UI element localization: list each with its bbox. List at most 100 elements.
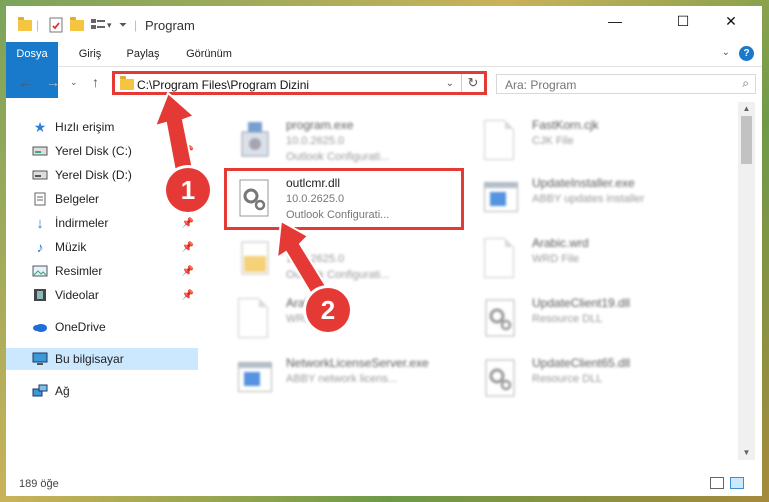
title-separator: | (134, 18, 138, 32)
file-description: Outlook Configurati... (286, 269, 390, 281)
pin-icon[interactable]: 📌 (182, 146, 194, 157)
address-path[interactable]: C:\Program Files\Program Dizini (137, 78, 309, 92)
sidebar-item-disk-c[interactable]: Yerel Disk (C:) 📌 (6, 140, 198, 162)
exe-icon (484, 178, 520, 222)
sidebar-item-music[interactable]: ♪ Müzik 📌 (6, 236, 198, 258)
sidebar-item-onedrive[interactable]: OneDrive (6, 316, 198, 338)
file-version: 10.0.2625.0 (286, 253, 345, 265)
file-name: FastKorn.cjk (532, 118, 599, 132)
dropdown-arrow-icon[interactable]: ▾ (107, 16, 112, 34)
file-tile[interactable]: NetworkLicenseServer.exe ABBY network li… (226, 352, 456, 408)
scroll-up-icon[interactable]: ▲ (738, 102, 755, 116)
file-tile[interactable]: FastKorn.cjk CJK File (472, 114, 702, 170)
view-options-icon[interactable] (90, 16, 106, 34)
sidebar-item-label: Hızlı erişim (55, 120, 115, 134)
drive-icon (32, 168, 48, 182)
tab-view[interactable]: Görünüm (176, 42, 242, 66)
scroll-thumb[interactable] (741, 116, 752, 164)
drive-icon (32, 144, 48, 158)
dll-gear-icon (484, 358, 520, 402)
video-icon (32, 288, 48, 302)
sidebar-item-label: Belgeler (55, 192, 100, 206)
file-tile[interactable]: UpdateClient65.dll Resource DLL (472, 352, 702, 408)
sidebar-item-label: İndirmeler (55, 216, 109, 230)
file-type: CJK File (532, 135, 574, 147)
status-bar: 189 öğe (6, 472, 762, 496)
new-folder-icon[interactable] (70, 16, 84, 34)
sidebar-item-label: Yerel Disk (C:) (55, 144, 132, 158)
file-name: UpdateInstaller.exe (532, 176, 635, 190)
window-title: Program (145, 18, 195, 33)
sidebar-item-label: Ağ (55, 384, 70, 398)
file-tile[interactable]: UpdateInstaller.exe ABBY updates install… (472, 172, 702, 228)
title-separator: | (36, 18, 40, 32)
recent-locations-icon[interactable]: ⌄ (70, 77, 78, 88)
help-icon[interactable]: ? (739, 46, 754, 61)
refresh-icon[interactable]: ↻ (461, 74, 484, 92)
sidebar-item-network[interactable]: Ağ (6, 380, 198, 402)
file-tile[interactable]: Arabic.wrd WRD File (472, 232, 702, 288)
network-icon (32, 384, 48, 398)
file-type: Resource DLL (532, 313, 603, 325)
vertical-scrollbar[interactable]: ▲ ▼ (738, 102, 755, 460)
address-dropdown-icon[interactable]: ⌄ (446, 78, 454, 89)
callout-badge-2: 2 (306, 288, 350, 332)
ribbon-tabs: Dosya Giriş Paylaş Görünüm ⌄ ? (6, 42, 762, 98)
quick-access-folder-icon[interactable] (18, 16, 32, 34)
back-arrow-icon[interactable]: ← (18, 74, 32, 90)
page-icon (238, 298, 274, 342)
close-button[interactable]: ✕ (708, 6, 754, 36)
cloud-icon (32, 320, 48, 334)
search-input[interactable] (503, 76, 717, 94)
file-name: NetworkLicenseServer.exe (286, 356, 429, 370)
address-bar[interactable]: C:\Program Files\Program Dizini ⌄ ↻ (112, 71, 487, 95)
file-tile[interactable]: program.exe 10.0.2625.0 Outlook Configur… (226, 114, 456, 170)
search-box[interactable]: ⌕ (496, 74, 756, 94)
expand-ribbon-icon[interactable]: ⌄ (722, 47, 730, 58)
scroll-down-icon[interactable]: ▼ (738, 446, 755, 460)
sidebar-item-pictures[interactable]: Resimler 📌 (6, 260, 198, 282)
sidebar-item-quick-access[interactable]: ★ Hızlı erişim (6, 116, 198, 138)
pin-icon[interactable]: 📌 (182, 266, 194, 277)
file-name: UpdateClient19.dll (532, 296, 631, 310)
gear-file-icon (238, 120, 274, 164)
file-tile[interactable]: 10.0.2625.0 Outlook Configurati... (226, 232, 456, 288)
file-name: Arabic.wrd (532, 236, 589, 250)
sidebar-item-label: OneDrive (55, 320, 106, 334)
file-type: WRD File (532, 253, 580, 265)
page-icon (484, 120, 520, 164)
sidebar-item-label: Videolar (55, 288, 99, 302)
up-arrow-icon[interactable]: ↑ (92, 74, 99, 90)
maximize-button[interactable]: ☐ (660, 6, 706, 36)
sidebar-item-label: Müzik (55, 240, 87, 254)
file-tile[interactable]: UpdateClient19.dll Resource DLL (472, 292, 702, 348)
sidebar-item-downloads[interactable]: ↓ İndirmeler 📌 (6, 212, 198, 234)
star-icon: ★ (33, 118, 47, 135)
search-icon[interactable]: ⌕ (742, 76, 749, 91)
details-view-icon[interactable] (710, 477, 724, 489)
sidebar-item-this-pc[interactable]: Bu bilgisayar (6, 348, 198, 370)
pin-icon[interactable]: 📌 (182, 290, 194, 301)
properties-icon[interactable] (48, 16, 64, 34)
page-icon (484, 238, 520, 282)
folder-file-icon (238, 238, 274, 282)
tab-share[interactable]: Paylaş (118, 42, 168, 66)
address-folder-icon (120, 76, 134, 90)
tab-home[interactable]: Giriş (68, 42, 112, 66)
highlight-box (224, 168, 464, 230)
download-icon: ↓ (36, 214, 44, 232)
forward-arrow-icon[interactable]: → (46, 74, 60, 90)
sidebar-item-videos[interactable]: Videolar 📌 (6, 284, 198, 306)
sidebar-item-label: Yerel Disk (D:) (55, 168, 132, 182)
customize-toolbar-icon[interactable]: ⏷ (119, 16, 127, 34)
music-icon: ♪ (36, 239, 44, 255)
pin-icon[interactable]: 📌 (182, 242, 194, 253)
file-name: UpdateClient65.dll (532, 356, 631, 370)
minimize-button[interactable]: — (592, 6, 638, 36)
pin-icon[interactable]: 📌 (182, 218, 194, 229)
file-description: ABBY network licens... (286, 373, 398, 385)
callout-badge-1: 1 (166, 168, 210, 212)
navigation-pane: ★ Hızlı erişim Yerel Disk (C:) 📌 Yerel D… (6, 106, 206, 456)
tiles-view-icon[interactable] (730, 477, 744, 489)
file-description: Outlook Configurati... (286, 151, 390, 163)
